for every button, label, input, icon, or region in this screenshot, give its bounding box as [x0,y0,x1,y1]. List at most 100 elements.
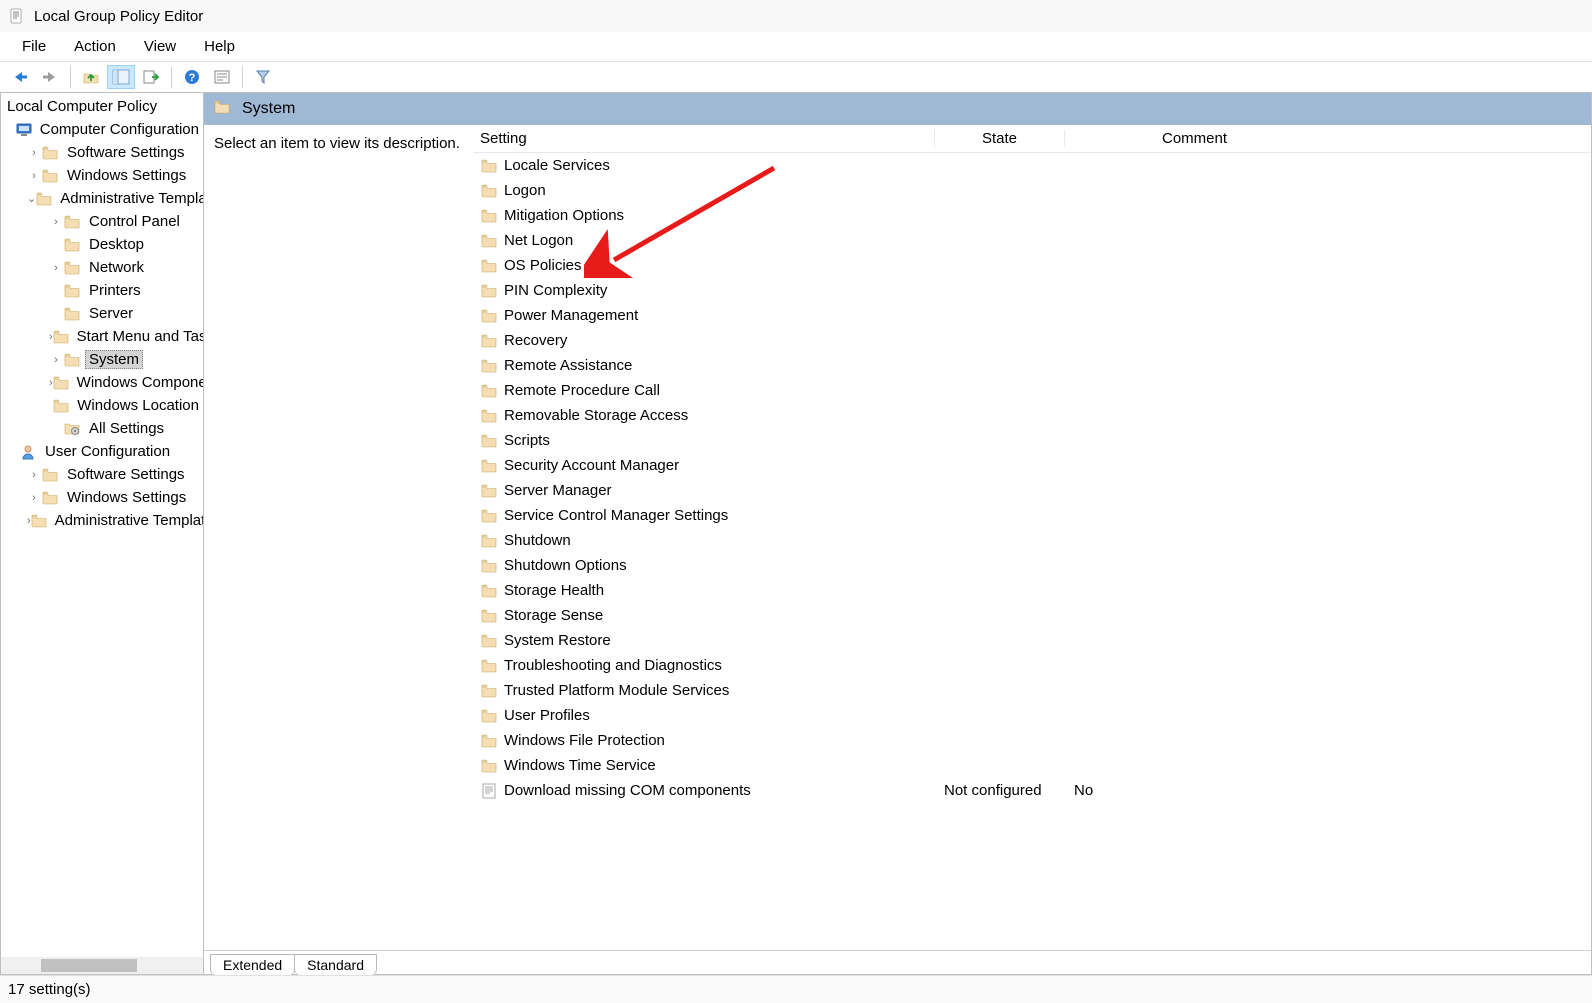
list-item[interactable]: User Profiles [474,703,1591,728]
tree-expander[interactable]: › [27,170,41,182]
list-item[interactable]: Shutdown Options [474,553,1591,578]
setting-label: Shutdown [504,532,571,549]
tree-item[interactable]: Desktop [1,233,203,256]
tree-expander[interactable]: › [27,469,41,481]
tab-extended[interactable]: Extended [210,954,295,975]
folder-icon [480,157,498,175]
tree-item[interactable]: ›Control Panel [1,210,203,233]
folder-icon [480,282,498,300]
comment-cell: No [1064,782,1324,799]
tree-pane[interactable]: Local Computer PolicyComputer Configurat… [0,93,204,975]
list-item[interactable]: Storage Sense [474,603,1591,628]
list-rows[interactable]: Locale ServicesLogonMitigation OptionsNe… [474,153,1591,950]
menu-view[interactable]: View [130,34,190,59]
tree-item-label: Printers [85,282,145,299]
folder-icon [480,757,498,775]
tree-expander[interactable]: › [49,216,63,228]
folder-icon [36,190,52,208]
folder-icon [41,489,59,507]
show-tree-icon[interactable] [107,65,135,89]
list-item[interactable]: Scripts [474,428,1591,453]
tree-item[interactable]: User Configuration [1,440,203,463]
export-list-icon[interactable] [137,65,165,89]
folder-icon [41,167,59,185]
setting-label: Removable Storage Access [504,407,688,424]
list-item[interactable]: Troubleshooting and Diagnostics [474,653,1591,678]
tree-item[interactable]: All Settings [1,417,203,440]
menu-help[interactable]: Help [190,34,249,59]
tree-expander[interactable]: › [49,354,63,366]
menu-file[interactable]: File [8,34,60,59]
list-item[interactable]: PIN Complexity [474,278,1591,303]
list-item[interactable]: Removable Storage Access [474,403,1591,428]
folder-icon [480,332,498,350]
toolbar: ? [0,62,1592,92]
tree-item-label: All Settings [85,420,168,437]
list-item[interactable]: Trusted Platform Module Services [474,678,1591,703]
filter-icon[interactable] [249,65,277,89]
list-item[interactable]: Server Manager [474,478,1591,503]
tree-expander[interactable]: › [49,262,63,274]
folder-icon [480,182,498,200]
tree-expander[interactable]: › [27,147,41,159]
tree-item[interactable]: ›Administrative Templates [1,509,203,532]
tree-item[interactable]: Computer Configuration [1,118,203,141]
setting-label: Remote Assistance [504,357,632,374]
tree-item[interactable]: Windows Location [1,394,203,417]
list-item[interactable]: Storage Health [474,578,1591,603]
tree-item[interactable]: Printers [1,279,203,302]
list-item[interactable]: Service Control Manager Settings [474,503,1591,528]
tree-item[interactable]: ›Windows Components [1,371,203,394]
setting-label: Troubleshooting and Diagnostics [504,657,722,674]
tree-item-label: Server [85,305,137,322]
tree-item-label: Windows Location [73,397,203,414]
list-item[interactable]: System Restore [474,628,1591,653]
tree-item[interactable]: ›Windows Settings [1,486,203,509]
properties-icon[interactable] [208,65,236,89]
list-item[interactable]: Logon [474,178,1591,203]
list-item[interactable]: Remote Assistance [474,353,1591,378]
column-header-state[interactable]: State [934,130,1064,147]
list-item[interactable]: Download missing COM componentsNot confi… [474,778,1591,803]
tab-standard[interactable]: Standard [294,954,377,975]
svg-text:?: ? [189,72,196,84]
column-header-comment[interactable]: Comment [1064,130,1324,147]
tree-item[interactable]: › Software Settings [1,141,203,164]
setting-label: User Profiles [504,707,590,724]
toolbar-separator [70,66,71,88]
tree-item[interactable]: ›Network [1,256,203,279]
tree-item[interactable]: ›Windows Settings [1,164,203,187]
user-icon [19,443,37,461]
up-folder-icon[interactable] [77,65,105,89]
tree-expander[interactable]: › [27,492,41,504]
folder-icon [480,657,498,675]
list-item[interactable]: Locale Services [474,153,1591,178]
list-item[interactable]: Power Management [474,303,1591,328]
folder-icon [480,357,498,375]
list-item[interactable]: Recovery [474,328,1591,353]
scrollbar-thumb[interactable] [41,959,137,972]
tree-item-label: Software Settings [63,144,189,161]
tree-item[interactable]: ›Start Menu and Taskbar [1,325,203,348]
tree-horizontal-scrollbar[interactable] [1,957,203,974]
tree-item[interactable]: ⌄Administrative Templates [1,187,203,210]
tree-item[interactable]: ›Software Settings [1,463,203,486]
list-item[interactable]: Security Account Manager [474,453,1591,478]
help-icon[interactable]: ? [178,65,206,89]
tree-expander[interactable]: ⌄ [27,192,36,205]
list-item[interactable]: OS Policies [474,253,1591,278]
list-item[interactable]: Shutdown [474,528,1591,553]
back-icon[interactable] [6,65,34,89]
setting-label: Security Account Manager [504,457,679,474]
column-header-setting[interactable]: Setting [474,130,934,147]
tree-root[interactable]: Local Computer Policy [1,95,203,118]
tree-item[interactable]: Server [1,302,203,325]
forward-icon[interactable] [36,65,64,89]
list-item[interactable]: Mitigation Options [474,203,1591,228]
menu-action[interactable]: Action [60,34,130,59]
tree-item[interactable]: ›System [1,348,203,371]
list-item[interactable]: Remote Procedure Call [474,378,1591,403]
list-item[interactable]: Windows File Protection [474,728,1591,753]
list-item[interactable]: Windows Time Service [474,753,1591,778]
list-item[interactable]: Net Logon [474,228,1591,253]
